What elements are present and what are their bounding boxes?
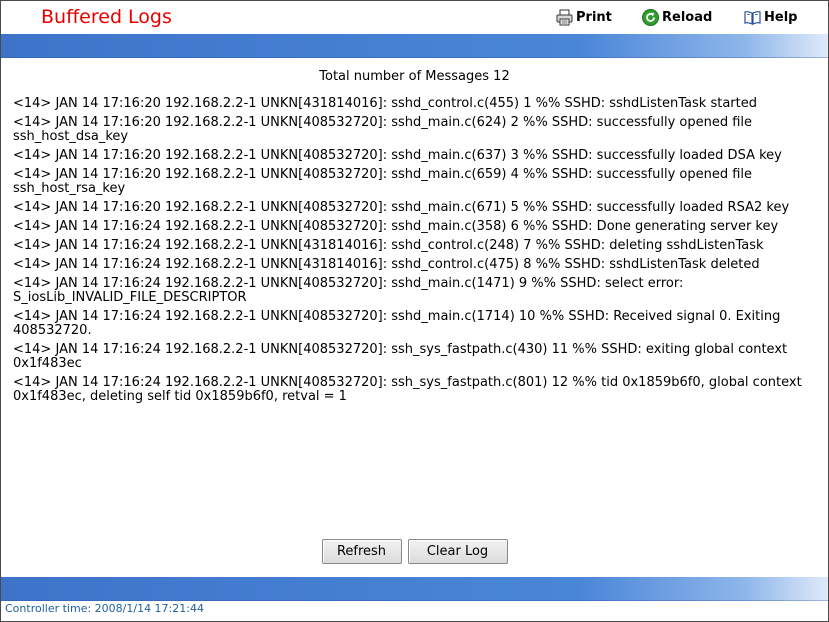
printer-icon — [556, 9, 573, 26]
log-entry: <14> JAN 14 17:16:20 192.168.2.2-1 UNKN[… — [13, 96, 757, 111]
log-entry: <14> JAN 14 17:16:20 192.168.2.2-1 UNKN[… — [13, 167, 753, 196]
total-messages-label: Total number of Messages 12 — [319, 69, 510, 84]
log-entry: <14> JAN 14 17:16:20 192.168.2.2-1 UNKN[… — [13, 148, 782, 163]
print-label: Print — [576, 9, 612, 25]
log-entry: <14> JAN 14 17:16:24 192.168.2.2-1 UNKN[… — [13, 309, 781, 338]
help-button[interactable]: Help — [744, 7, 797, 27]
print-button[interactable]: Print — [556, 7, 612, 27]
log-entry: <14> JAN 14 17:16:24 192.168.2.2-1 UNKN[… — [13, 238, 764, 253]
log-entry: <14> JAN 14 17:16:20 192.168.2.2-1 UNKN[… — [13, 115, 753, 144]
log-list: <14> JAN 14 17:16:20 192.168.2.2-1 UNKN[… — [13, 97, 819, 409]
buffered-logs-window: Buffered Logs Print Reload Help Total nu… — [0, 0, 829, 622]
action-buttons: Refresh Clear Log — [1, 539, 828, 564]
controller-time: Controller time: 2008/1/14 17:21:44 — [5, 602, 204, 615]
log-entry: <14> JAN 14 17:16:24 192.168.2.2-1 UNKN[… — [13, 276, 684, 305]
log-entry: <14> JAN 14 17:16:24 192.168.2.2-1 UNKN[… — [13, 219, 779, 234]
help-label: Help — [764, 9, 798, 25]
footer-band — [1, 577, 828, 601]
reload-label: Reload — [662, 9, 713, 25]
reload-button[interactable]: Reload — [642, 7, 712, 27]
log-content: Total number of Messages 12 <14> JAN 14 … — [1, 58, 828, 577]
log-entry: <14> JAN 14 17:16:24 192.168.2.2-1 UNKN[… — [13, 375, 802, 404]
log-entry: <14> JAN 14 17:16:24 192.168.2.2-1 UNKN[… — [13, 342, 788, 371]
help-book-icon — [744, 9, 761, 26]
reload-icon — [642, 8, 659, 26]
header-bar: Buffered Logs Print Reload Help — [1, 1, 828, 34]
log-entry: <14> JAN 14 17:16:24 192.168.2.2-1 UNKN[… — [13, 257, 760, 272]
refresh-button[interactable]: Refresh — [321, 539, 402, 564]
log-entry: <14> JAN 14 17:16:20 192.168.2.2-1 UNKN[… — [13, 200, 790, 215]
header-divider-band — [1, 34, 828, 58]
clear-log-button[interactable]: Clear Log — [407, 539, 508, 564]
page-title: Buffered Logs — [41, 6, 172, 28]
